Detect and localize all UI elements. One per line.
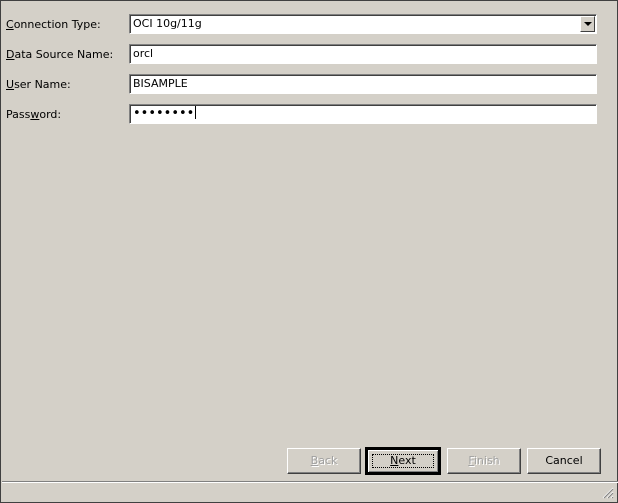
password-field[interactable]: •••••••• <box>129 104 597 124</box>
user-name-field[interactable]: BISAMPLE <box>129 74 597 94</box>
connection-type-value: OCI 10g/11g <box>133 17 202 30</box>
focus-rect <box>372 454 434 468</box>
password-mask: •••••••• <box>133 106 195 121</box>
back-button[interactable]: Back <box>287 448 361 474</box>
user-name-value: BISAMPLE <box>133 77 188 90</box>
data-source-name-field[interactable]: orcl <box>129 44 597 64</box>
cancel-button[interactable]: Cancel <box>527 448 601 474</box>
resize-grip-icon[interactable] <box>602 487 614 499</box>
data-source-name-value: orcl <box>133 47 154 60</box>
next-button[interactable]: Next <box>365 447 441 475</box>
status-separator <box>2 481 618 483</box>
connection-type-select[interactable]: OCI 10g/11g <box>129 14 597 34</box>
connection-type-label: Connection Type: <box>6 18 101 31</box>
password-label: Password: <box>6 108 62 121</box>
chevron-down-icon[interactable] <box>580 16 595 32</box>
connection-dialog: Connection Type: OCI 10g/11g Data Source… <box>0 0 618 503</box>
finish-button[interactable]: Finish <box>447 448 521 474</box>
data-source-name-label: Data Source Name: <box>6 48 114 61</box>
password-value: •••••••• <box>133 105 197 123</box>
text-caret <box>195 106 197 119</box>
user-name-label: User Name: <box>6 78 71 91</box>
